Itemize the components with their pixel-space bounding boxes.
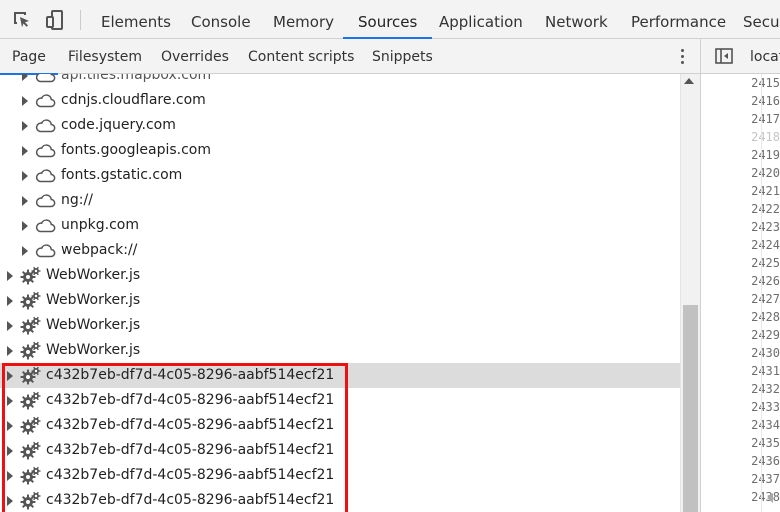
devtools-toolbar: Elements Console Memory Sources Application N… (0, 0, 780, 39)
expand-arrow-icon[interactable] (22, 171, 28, 181)
navigator-tab-page[interactable]: Page (0, 39, 58, 75)
line-number: 2417 (751, 112, 780, 126)
worker-label: WebWorker.js (46, 342, 141, 358)
tree-worker-row[interactable]: WebWorker.js (0, 263, 680, 288)
cloud-icon (34, 191, 56, 210)
domain-label: code.jquery.com (61, 117, 176, 133)
domain-label: cdnjs.cloudflare.com (61, 92, 206, 108)
line-number: 2432 (751, 382, 780, 396)
domain-label: api.tiles.mapbox.com (61, 74, 212, 83)
line-number: 2426 (751, 274, 780, 288)
domain-label: webpack:// (61, 242, 138, 258)
navigator-tab-snippets[interactable]: Snippets (372, 39, 433, 74)
line-number: 2433 (751, 400, 780, 414)
tree-domain-row[interactable]: fonts.gstatic.com (0, 163, 680, 188)
toggle-navigator-icon[interactable] (714, 46, 734, 66)
gear-icon (20, 316, 42, 335)
tree-domain-row[interactable]: code.jquery.com (0, 113, 680, 138)
expand-arrow-icon[interactable] (22, 246, 28, 256)
toolbar-divider (80, 10, 81, 30)
tab-performance[interactable]: Performance (631, 0, 726, 39)
gear-icon (20, 291, 42, 310)
cloud-icon (34, 116, 56, 135)
cloud-icon (34, 74, 56, 85)
expand-arrow-icon[interactable] (22, 221, 28, 231)
expand-arrow-icon[interactable] (7, 321, 13, 331)
tree-worker-row[interactable]: WebWorker.js (0, 338, 680, 363)
line-number: 2435 (751, 436, 780, 450)
tab-network[interactable]: Network (545, 0, 608, 39)
line-number: 2420 (751, 166, 780, 180)
tree-worker-row[interactable]: WebWorker.js (0, 288, 680, 313)
line-number: 2427 (751, 292, 780, 306)
scroll-up-arrow-icon[interactable] (684, 78, 694, 84)
more-options-icon[interactable] (676, 47, 688, 67)
line-number-gutter: 2415 2416 2417 2418 2419 2420 2421 2422 2423 2424… (700, 74, 780, 512)
line-number: 2425 (751, 256, 780, 270)
tree-domain-row[interactable]: ng:// (0, 188, 680, 213)
expand-arrow-icon[interactable] (22, 196, 28, 206)
expand-arrow-icon[interactable] (7, 296, 13, 306)
line-number: 2415 (751, 76, 780, 90)
tree-domain-row[interactable]: webpack:// (0, 238, 680, 263)
tab-memory[interactable]: Memory (273, 0, 334, 39)
line-number: 2429 (751, 328, 780, 342)
line-number: 2431 (751, 364, 780, 378)
gear-icon (20, 341, 42, 360)
domain-label: ng:// (61, 192, 93, 208)
domain-label: fonts.gstatic.com (61, 167, 183, 183)
tab-secur[interactable]: Secur (743, 0, 780, 39)
editor-tab-label[interactable]: locat (750, 39, 780, 74)
inspect-element-icon[interactable] (10, 8, 34, 32)
device-toolbar-icon[interactable] (44, 8, 68, 32)
line-number: 2434 (751, 418, 780, 432)
navigator-tab-filesystem[interactable]: Filesystem (68, 39, 142, 74)
expand-arrow-icon[interactable] (22, 96, 28, 106)
expand-arrow-icon[interactable] (22, 121, 28, 131)
line-number: 2421 (751, 184, 780, 198)
worker-label: WebWorker.js (46, 267, 141, 283)
cloud-icon (34, 241, 56, 260)
line-number: 2436 (751, 454, 780, 468)
gear-icon (20, 266, 42, 285)
tree-domain-row[interactable]: api.tiles.mapbox.com (0, 74, 680, 88)
cloud-icon (34, 141, 56, 160)
line-number: 2416 (751, 94, 780, 108)
domain-label: fonts.googleapis.com (61, 142, 212, 158)
tree-domain-row[interactable]: unpkg.com (0, 213, 680, 238)
worker-label: WebWorker.js (46, 317, 141, 333)
tree-domain-row[interactable]: fonts.googleapis.com (0, 138, 680, 163)
editor-scrollbar[interactable] (762, 484, 780, 512)
expand-arrow-icon[interactable] (7, 346, 13, 356)
line-number: 2428 (751, 310, 780, 324)
domain-label: unpkg.com (61, 217, 139, 233)
line-number: 2419 (751, 148, 780, 162)
navigator-tabbar: Page Filesystem Overrides Content scripts Sn… (0, 39, 700, 75)
line-number: 2418 (751, 130, 780, 144)
tree-domain-row[interactable]: cdnjs.cloudflare.com (0, 88, 680, 113)
tree-worker-row[interactable]: WebWorker.js (0, 313, 680, 338)
cloud-icon (34, 216, 56, 235)
line-number: 2423 (751, 220, 780, 234)
tab-application[interactable]: Application (439, 0, 523, 39)
cloud-icon (34, 166, 56, 185)
navigator-tab-content-scripts[interactable]: Content scripts (248, 39, 354, 74)
gutter-divider (761, 74, 762, 512)
tab-sources[interactable]: Sources (342, 0, 433, 39)
line-number: 2422 (751, 202, 780, 216)
line-number: 2424 (751, 238, 780, 252)
cloud-icon (34, 91, 56, 110)
tree-scrollbar-thumb[interactable] (683, 305, 698, 512)
expand-arrow-icon[interactable] (22, 74, 28, 81)
line-number: 2430 (751, 346, 780, 360)
tab-console[interactable]: Console (191, 0, 251, 39)
worker-label: WebWorker.js (46, 292, 141, 308)
navigator-tab-overrides[interactable]: Overrides (161, 39, 229, 74)
expand-arrow-icon[interactable] (22, 146, 28, 156)
tab-elements[interactable]: Elements (101, 0, 171, 39)
highlight-box (2, 363, 348, 512)
expand-arrow-icon[interactable] (7, 271, 13, 281)
